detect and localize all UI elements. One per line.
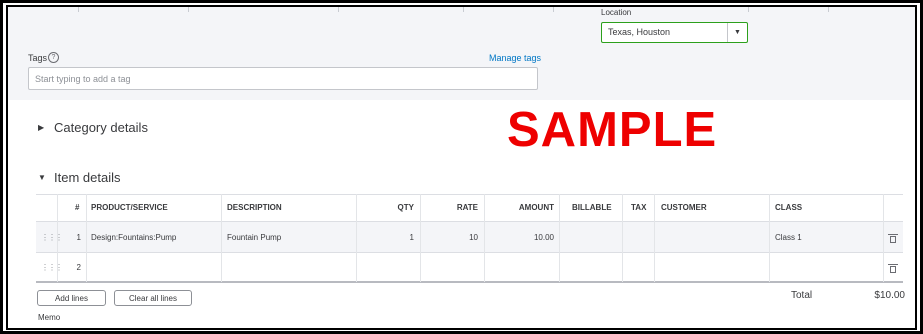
item-details-toggle[interactable]: Item details [54,170,120,185]
trash-icon[interactable] [888,234,898,243]
form-panel: Location Texas, Houston ▼ Tags ? Manage … [6,5,917,330]
chevron-down-icon[interactable]: ▼ [727,23,747,42]
col-header-qty: QTY [397,203,414,212]
add-lines-button[interactable]: Add lines [37,290,106,306]
memo-label: Memo [38,313,61,322]
column-divider [622,194,623,282]
class-cell[interactable]: Class 1 [775,233,802,242]
row-divider [36,252,903,253]
top-divider [188,7,189,12]
column-divider [356,194,357,282]
product-cell[interactable]: Design:Fountains:Pump [91,233,176,242]
col-header-class: CLASS [775,203,803,212]
triangle-right-icon[interactable]: ▶ [38,123,44,132]
col-header-billable: BILLABLE [572,203,612,212]
table-border-top [36,194,903,195]
column-divider [654,194,655,282]
item-details-table: # PRODUCT/SERVICE DESCRIPTION QTY RATE A… [36,194,903,283]
top-divider [828,7,829,12]
total-label: Total [791,290,813,301]
column-divider [559,194,560,282]
description-cell[interactable]: Fountain Pump [227,233,281,242]
top-divider [463,7,464,12]
column-divider [484,194,485,282]
qty-cell[interactable]: 1 [376,233,414,242]
row-number: 1 [76,233,81,242]
total-value: $10.00 [874,290,905,301]
rate-cell[interactable]: 10 [440,233,478,242]
clear-all-lines-button[interactable]: Clear all lines [114,290,192,306]
location-select[interactable]: Texas, Houston ▼ [601,22,748,43]
header-band: Location Texas, Houston ▼ Tags ? Manage … [8,7,915,100]
category-details-toggle[interactable]: Category details [54,120,148,135]
drag-handle-icon[interactable]: ⋮⋮⋮ [41,263,63,272]
location-value: Texas, Houston [608,27,671,37]
column-divider [221,194,222,282]
col-header-description: DESCRIPTION [227,203,282,212]
col-header-customer: CUSTOMER [661,203,707,212]
col-header-amount: AMOUNT [518,203,554,212]
col-header-product: PRODUCT/SERVICE [91,203,168,212]
column-divider [420,194,421,282]
top-divider [748,7,749,12]
tags-input[interactable] [28,67,538,90]
col-header-rate: RATE [456,203,478,212]
column-divider [86,194,87,282]
row-number: 2 [76,263,81,272]
drag-handle-icon[interactable]: ⋮⋮⋮ [41,233,63,242]
column-divider [769,194,770,282]
location-label: Location [601,8,632,17]
manage-tags-link[interactable]: Manage tags [489,53,541,63]
sample-watermark: SAMPLE [507,103,718,157]
top-divider [78,7,79,12]
trash-icon[interactable] [888,264,898,273]
top-divider [338,7,339,12]
help-icon[interactable]: ? [48,52,59,63]
amount-cell[interactable]: 10.00 [504,233,554,242]
col-header-number: # [75,203,80,212]
header-divider [36,221,903,222]
top-divider [553,7,554,12]
tags-label: Tags [28,53,48,63]
col-header-tax: TAX [631,203,647,212]
column-divider [883,194,884,282]
table-border-bottom [36,281,903,283]
triangle-down-icon[interactable]: ▼ [38,173,46,182]
